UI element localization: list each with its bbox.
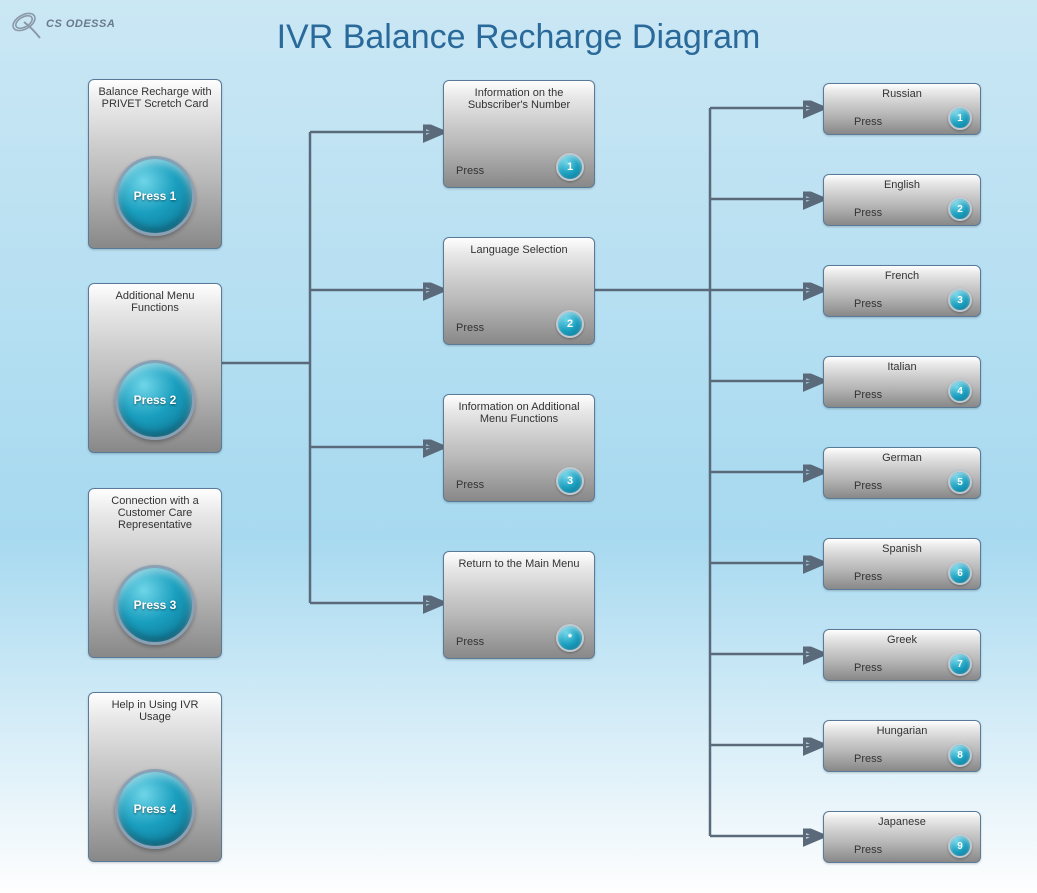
press-label: Press xyxy=(854,116,882,128)
sub-return-main: Return to the Main Menu Press * xyxy=(443,551,595,659)
press-label: Press xyxy=(854,844,882,856)
lang-greek: Greek Press 7 xyxy=(823,629,981,681)
main-label: Additional Menu Functions xyxy=(89,284,221,314)
press-label: Press xyxy=(854,753,882,765)
sub-additional-info: Information on Additional Menu Functions… xyxy=(443,394,595,502)
lang-press-9-button[interactable]: 9 xyxy=(948,834,972,858)
press-1-button[interactable]: Press 1 xyxy=(115,156,195,236)
lang-label: Japanese xyxy=(824,812,980,828)
lang-spanish: Spanish Press 6 xyxy=(823,538,981,590)
lang-label: English xyxy=(824,175,980,191)
sub-press-1-button[interactable]: 1 xyxy=(556,153,584,181)
press-4-button[interactable]: Press 4 xyxy=(115,769,195,849)
lang-label: Greek xyxy=(824,630,980,646)
press-label: Press xyxy=(854,298,882,310)
sub-press-2-button[interactable]: 2 xyxy=(556,310,584,338)
sub-language-selection: Language Selection Press 2 xyxy=(443,237,595,345)
main-help-ivr: Help in Using IVR Usage Press 4 xyxy=(88,692,222,862)
main-label: Connection with a Customer Care Represen… xyxy=(89,489,221,531)
lang-japanese: Japanese Press 9 xyxy=(823,811,981,863)
press-label: Press xyxy=(854,389,882,401)
lang-press-6-button[interactable]: 6 xyxy=(948,561,972,585)
press-3-button[interactable]: Press 3 xyxy=(115,565,195,645)
lang-press-3-button[interactable]: 3 xyxy=(948,288,972,312)
page-title: IVR Balance Recharge Diagram xyxy=(0,18,1037,57)
sub-subscriber-info: Information on the Subscriber's Number P… xyxy=(443,80,595,188)
lang-label: German xyxy=(824,448,980,464)
sub-label: Language Selection xyxy=(444,238,594,256)
lang-german: German Press 5 xyxy=(823,447,981,499)
sub-label: Information on Additional Menu Functions xyxy=(444,395,594,425)
lang-label: Russian xyxy=(824,84,980,100)
sub-label: Information on the Subscriber's Number xyxy=(444,81,594,111)
lang-label: Spanish xyxy=(824,539,980,555)
sub-label: Return to the Main Menu xyxy=(444,552,594,570)
sub-press-star-button[interactable]: * xyxy=(556,624,584,652)
sub-press-3-button[interactable]: 3 xyxy=(556,467,584,495)
main-additional-menu: Additional Menu Functions Press 2 xyxy=(88,283,222,453)
lang-press-7-button[interactable]: 7 xyxy=(948,652,972,676)
press-label: Press xyxy=(456,165,484,177)
main-label: Help in Using IVR Usage xyxy=(89,693,221,723)
lang-press-5-button[interactable]: 5 xyxy=(948,470,972,494)
lang-press-8-button[interactable]: 8 xyxy=(948,743,972,767)
main-label: Balance Recharge with PRIVET Scretch Car… xyxy=(89,80,221,110)
lang-label: French xyxy=(824,266,980,282)
press-label: Press xyxy=(854,207,882,219)
press-label: Press xyxy=(854,662,882,674)
main-customer-care: Connection with a Customer Care Represen… xyxy=(88,488,222,658)
press-label: Press xyxy=(456,479,484,491)
press-label: Press xyxy=(456,322,484,334)
press-2-button[interactable]: Press 2 xyxy=(115,360,195,440)
lang-english: English Press 2 xyxy=(823,174,981,226)
lang-press-1-button[interactable]: 1 xyxy=(948,106,972,130)
press-label: Press xyxy=(456,636,484,648)
main-balance-recharge: Balance Recharge with PRIVET Scretch Car… xyxy=(88,79,222,249)
lang-label: Hungarian xyxy=(824,721,980,737)
lang-hungarian: Hungarian Press 8 xyxy=(823,720,981,772)
lang-italian: Italian Press 4 xyxy=(823,356,981,408)
press-label: Press xyxy=(854,571,882,583)
lang-russian: Russian Press 1 xyxy=(823,83,981,135)
lang-label: Italian xyxy=(824,357,980,373)
lang-press-4-button[interactable]: 4 xyxy=(948,379,972,403)
press-label: Press xyxy=(854,480,882,492)
lang-french: French Press 3 xyxy=(823,265,981,317)
lang-press-2-button[interactable]: 2 xyxy=(948,197,972,221)
